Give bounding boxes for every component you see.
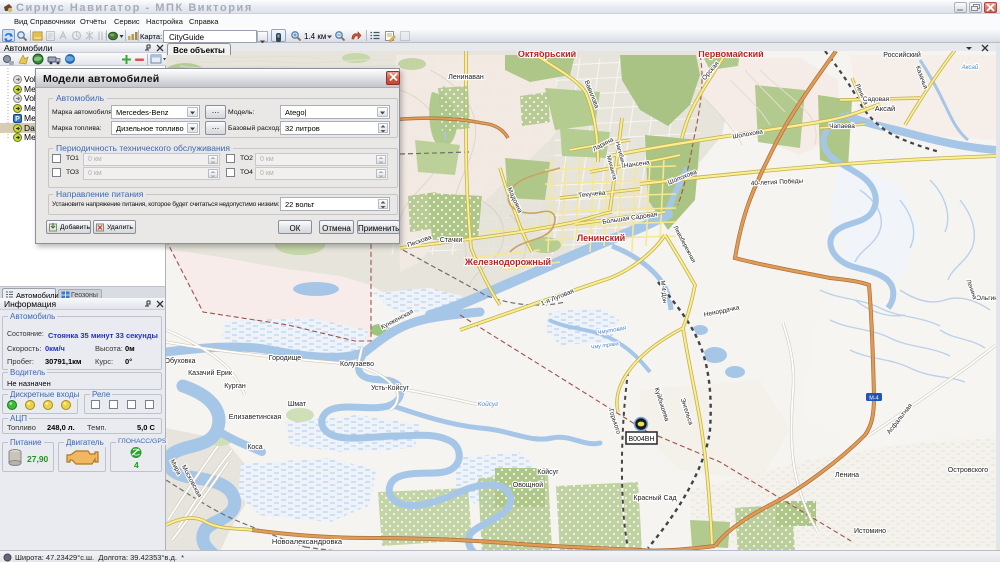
svg-text:Ленинаван: Ленинаван [448,74,484,81]
svg-text:Истомино: Истомино [854,528,886,535]
svg-text:Елизаветинская: Елизаветинская [229,414,282,421]
svg-text:Железнодорожный: Железнодорожный [464,257,551,267]
svg-text:Койсуг: Койсуг [537,468,559,476]
svg-text:Койсуг: Койсуг [478,400,499,408]
svg-text:Казачий Ерик: Казачий Ерик [188,369,233,377]
svg-text:Усть-Койсуг: Усть-Койсуг [371,384,410,392]
svg-text:Коса: Коса [247,444,262,451]
svg-text:Первомайский: Первомайский [698,51,763,59]
svg-text:Колузаево: Колузаево [340,361,374,368]
svg-text:P: P [15,116,20,123]
svg-text:Овощной: Овощной [513,481,543,489]
svg-text:Садовая: Садовая [863,96,890,103]
svg-text:Стачки: Стачки [440,237,463,244]
svg-text:Городище: Городище [269,355,302,362]
svg-text:Красный Сад: Красный Сад [633,494,676,502]
svg-text:Ленинский: Ленинский [577,233,625,243]
svg-text:М-4: М-4 [869,396,878,402]
svg-text:Аксай: Аксай [961,64,979,71]
svg-text:Курган: Курган [224,383,246,390]
svg-text:Ленина: Ленина [835,472,859,479]
svg-text:Островского: Островского [948,467,989,474]
svg-text:Чапаева: Чапаева [829,123,855,130]
svg-text:Аксай: Аксай [875,104,895,113]
svg-text:Обуховка: Обуховка [166,357,196,365]
svg-text:В004ВН: В004ВН [628,436,654,443]
svg-text:Новоалександровка: Новоалександровка [272,537,343,546]
svg-text:Ольгин-: Ольгин- [976,295,996,302]
svg-text:Шмат: Шмат [288,401,307,408]
svg-text:Октябрьский: Октябрьский [518,51,576,59]
svg-text:Российский: Российский [883,51,921,59]
